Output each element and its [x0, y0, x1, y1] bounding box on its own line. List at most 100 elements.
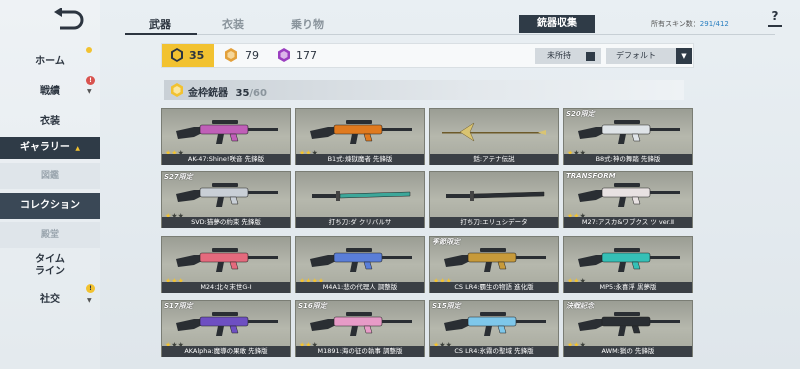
checkbox[interactable]	[586, 52, 595, 61]
weapon-skin-card[interactable]: S16限定 ★★★ M1891:海の征の執事 調整版	[295, 300, 425, 357]
skin-count-value: 291/412	[699, 20, 729, 28]
sidebar-item-social[interactable]: 社交 ! ▼	[0, 284, 100, 306]
gold-filter-tab[interactable]: 35	[162, 44, 214, 67]
weapon-collection-button[interactable]: 銃器収集	[519, 15, 595, 33]
gold-hexagon-icon	[171, 48, 183, 62]
tab-vehicles[interactable]: 乗り物	[291, 16, 324, 32]
new-badge-icon: !	[86, 76, 95, 85]
sidebar: ホーム 戦績 ! ▼ 衣装 ギャラリー ▲ 図鑑 コレクション 殿堂 タイム ラ…	[0, 0, 100, 369]
sidebar-item-label: 社交	[40, 294, 60, 305]
weapon-skin-card[interactable]: ★★★ M24:北々末世G-Ⅰ	[161, 236, 291, 293]
weapon-skin-card[interactable]: S15限定 ★★★ CS LR4:氷霧の聖域 先鋒版	[429, 300, 559, 357]
rarity-filter-bar: 35 79 177 未所持 デフォルト ▼	[161, 43, 694, 68]
weapon-skin-name: 銛:アテナ伝説	[430, 154, 558, 165]
section-title: 金枠銃器 35/60	[188, 84, 267, 99]
weapon-image	[176, 248, 278, 272]
weapon-skin-name: B8式:神の舞踏 先鋒版	[564, 154, 692, 165]
weapon-image	[176, 120, 278, 144]
sidebar-item-label: ホーム	[35, 56, 65, 67]
weapon-skin-name: AWM:猟の 先鋒版	[564, 346, 692, 357]
sidebar-item-label: コレクション	[20, 200, 80, 211]
orange-count: 79	[245, 49, 259, 62]
limited-tag: TRANSFORM	[566, 172, 616, 180]
weapon-skin-card[interactable]: 季節限定 ★★★ CS LR4:覇生の物語 進化版	[429, 236, 559, 293]
weapon-skin-card[interactable]: S17限定 ★★★ AKAlpha:魔導の果敢 先鋒版	[161, 300, 291, 357]
sidebar-item-label: 戦績	[40, 86, 60, 97]
weapon-skin-card[interactable]: ★★★ AK-47:Shine!咲音 先鋒版	[161, 108, 291, 165]
weapon-image	[310, 248, 412, 272]
tab-divider	[125, 34, 775, 35]
notice-dot	[86, 47, 92, 53]
sidebar-item-record[interactable]: 戦績 ! ▼	[0, 76, 100, 98]
skin-count-label: 所有スキン数：	[651, 20, 700, 28]
weapon-skin-name: M27:アスカ&ワブクス ツ ver.Ⅱ	[564, 217, 692, 228]
weapon-skin-name: MP5:永喜浮 黒夢版	[564, 282, 692, 293]
back-arrow-icon[interactable]	[50, 8, 84, 34]
help-mark: ?	[771, 9, 779, 23]
gold-count: 35	[189, 49, 205, 62]
weapon-skin-card[interactable]: S27限定 ★★★ SVD:猫夢の約束 先鋒版	[161, 171, 291, 228]
weapon-image	[578, 183, 680, 207]
sidebar-item-gallery[interactable]: ギャラリー ▲	[0, 137, 100, 159]
weapon-skin-card[interactable]: ★★★ MP5:永喜浮 黒夢版	[563, 236, 693, 293]
weapon-image	[444, 312, 546, 336]
sidebar-subitem-zukan[interactable]: 図鑑	[0, 163, 100, 189]
tab-weapons[interactable]: 武器	[149, 16, 171, 32]
gold-hexagon-icon	[171, 83, 183, 97]
sidebar-item-home[interactable]: ホーム	[0, 47, 100, 68]
weapon-skin-name: M4A1:悲の代理人 調整版	[296, 282, 424, 293]
weapon-skin-card[interactable]: TRANSFORM ★★★ M27:アスカ&ワブクス ツ ver.Ⅱ	[563, 171, 693, 228]
section-title-text: 金枠銃器	[188, 88, 228, 99]
weapon-skin-card[interactable]: 銛:アテナ伝説	[429, 108, 559, 165]
not-owned-label: 未所持	[547, 51, 571, 60]
weapon-image	[310, 120, 412, 144]
weapon-skin-name: AK-47:Shine!咲音 先鋒版	[162, 154, 290, 165]
sidebar-item-timeline[interactable]: タイム ライン	[0, 254, 100, 280]
weapon-image	[176, 183, 278, 207]
weapon-skin-name: 打ち刀:ダ クリバルサ	[296, 217, 424, 228]
weapon-image	[312, 191, 411, 201]
weapon-image	[578, 312, 680, 336]
not-owned-toggle[interactable]: 未所持	[535, 48, 601, 64]
sidebar-item-label: 衣装	[40, 116, 60, 127]
weapon-skin-name: SVD:猫夢の約束 先鋒版	[162, 217, 290, 228]
help-underline	[768, 25, 782, 27]
weapon-image	[176, 312, 278, 336]
weapon-skin-card[interactable]: ★★★★ M4A1:悲の代理人 調整版	[295, 236, 425, 293]
sidebar-item-label: 殿堂	[40, 230, 59, 240]
weapon-skin-name: CS LR4:氷霧の聖域 先鋒版	[430, 346, 558, 357]
weapon-image	[310, 312, 412, 336]
orange-hexagon-icon[interactable]	[224, 48, 238, 62]
sidebar-subitem-hall[interactable]: 殿堂	[0, 222, 100, 248]
section-header: 金枠銃器 35/60	[164, 80, 684, 100]
sidebar-item-label: 図鑑	[40, 171, 59, 181]
weapon-skin-name: M1891:海の征の執事 調整版	[296, 346, 424, 357]
help-icon[interactable]: ?	[768, 9, 782, 27]
weapon-skin-name: M24:北々末世G-Ⅰ	[162, 282, 290, 293]
tab-costume[interactable]: 衣装	[222, 16, 244, 32]
sort-dropdown[interactable]: デフォルト ▼	[606, 48, 692, 64]
purple-hexagon-icon[interactable]	[277, 48, 291, 62]
weapon-skin-name: AKAlpha:魔導の果敢 先鋒版	[162, 346, 290, 357]
chevron-down-icon: ▼	[87, 88, 92, 95]
sidebar-item-label: ライン	[35, 266, 65, 277]
chevron-down-icon: ▼	[676, 48, 692, 64]
weapon-skin-card[interactable]: 打ち刀:ダ クリバルサ	[295, 171, 425, 228]
chevron-down-icon: ▼	[87, 297, 92, 304]
sidebar-item-label: タイム	[35, 254, 65, 265]
weapon-skin-card[interactable]: ★★★ B1式:煉獄魔者 先鋒版	[295, 108, 425, 165]
weapon-skin-card[interactable]: 決戦記念 ★★★ AWM:猟の 先鋒版	[563, 300, 693, 357]
alert-badge-icon: !	[86, 284, 95, 293]
weapon-skin-card[interactable]: S20限定 ★★★ B8式:神の舞踏 先鋒版	[563, 108, 693, 165]
weapon-image	[578, 248, 680, 272]
sidebar-item-costume[interactable]: 衣装	[0, 112, 100, 128]
weapon-image	[578, 120, 680, 144]
sidebar-subitem-collection[interactable]: コレクション	[0, 193, 100, 219]
purple-count: 177	[296, 49, 317, 62]
weapon-skin-name: CS LR4:覇生の物語 進化版	[430, 282, 558, 293]
tab-active-indicator	[125, 33, 197, 35]
section-total-count: /60	[249, 88, 267, 99]
weapon-image	[446, 191, 545, 201]
weapon-image	[444, 248, 546, 272]
weapon-skin-card[interactable]: 打ち刀:エリュシデータ	[429, 171, 559, 228]
